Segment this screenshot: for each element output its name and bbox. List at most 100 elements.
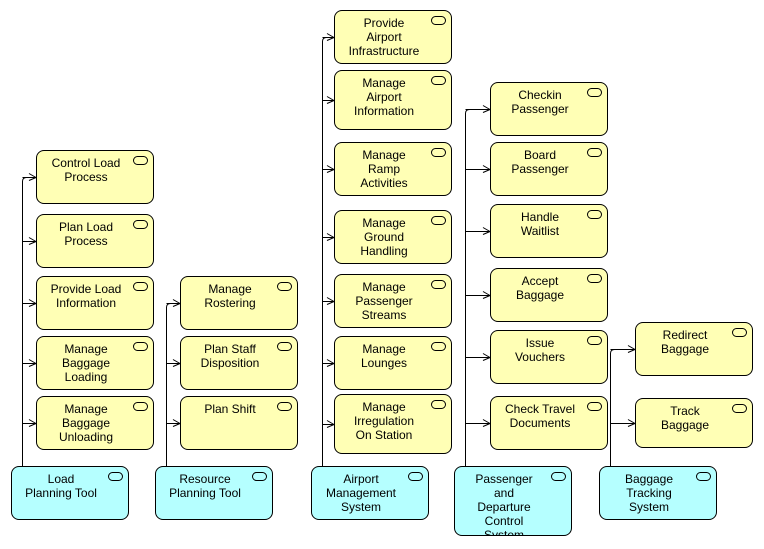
archimate-icon [431,216,446,225]
connection-trunk [166,303,171,466]
serving-arrow-icon [22,359,38,367]
application-component-4[interactable]: Baggage Tracking System [599,466,717,520]
application-function-3-5-label: Check Travel Documents [504,402,576,430]
application-function-3-3-label: Accept Baggage [515,274,565,302]
archimate-icon [252,472,267,481]
serving-arrow-icon [465,353,492,361]
application-function-3-0[interactable]: Checkin Passenger [490,82,608,136]
archimate-icon [408,472,423,481]
application-function-3-5[interactable]: Check Travel Documents [490,396,608,450]
archimate-icon [108,472,123,481]
archimate-icon [431,342,446,351]
serving-arrow-icon [610,419,637,427]
application-function-1-1-label: Plan Staff Disposition [200,342,260,370]
application-function-2-2-label: Manage Ramp Activities [360,148,408,190]
archimate-icon [133,342,148,351]
application-function-0-3-label: Manage Baggage Loading [61,342,111,384]
serving-arrow-icon [465,227,492,235]
application-component-4-label: Baggage Tracking System [624,472,674,514]
archimate-icon [587,148,602,157]
application-component-0-label: Load Planning Tool [25,472,97,500]
serving-arrow-icon [22,237,38,245]
archimate-icon [133,220,148,229]
diagram-canvas: Load Planning Tool Control Load Process Pl… [0,0,764,549]
application-function-2-2[interactable]: Manage Ramp Activities [334,142,452,196]
application-function-1-2[interactable]: Plan Shift [180,396,298,450]
archimate-icon [587,402,602,411]
serving-arrow-icon [322,96,336,104]
archimate-icon [587,274,602,283]
application-function-2-3[interactable]: Manage Ground Handling [334,210,452,264]
serving-arrow-icon [322,233,336,241]
application-function-0-0-label: Control Load Process [51,156,121,184]
application-function-2-6[interactable]: Manage Irregulation On Station [334,394,452,454]
serving-arrow-icon [322,33,336,41]
application-function-3-1[interactable]: Board Passenger [490,142,608,196]
application-function-0-0[interactable]: Control Load Process [36,150,154,204]
application-function-1-0[interactable]: Manage Rostering [180,276,298,330]
application-function-0-3[interactable]: Manage Baggage Loading [36,336,154,390]
application-function-2-1-label: Manage Airport Information [353,76,415,118]
application-function-2-0[interactable]: Provide Airport Infrastructure [334,10,452,64]
archimate-icon [587,88,602,97]
application-function-0-2[interactable]: Provide Load Information [36,276,154,330]
serving-arrow-icon [465,165,492,173]
archimate-icon [133,156,148,165]
application-function-2-5[interactable]: Manage Lounges [334,336,452,390]
application-component-2[interactable]: Airport Management System [311,466,429,520]
archimate-icon [431,16,446,25]
application-function-2-1[interactable]: Manage Airport Information [334,70,452,130]
application-function-2-4[interactable]: Manage Passenger Streams [334,274,452,328]
application-component-1[interactable]: Resource Planning Tool [155,466,273,520]
application-function-3-3[interactable]: Accept Baggage [490,268,608,322]
archimate-icon [431,280,446,289]
application-component-3-label: Passenger and Departure Control System [475,472,533,536]
application-function-3-4-label: Issue Vouchers [514,336,566,364]
application-component-0[interactable]: Load Planning Tool [11,466,129,520]
application-function-4-0-label: Redirect Baggage [660,328,710,356]
serving-arrow-icon [166,359,182,367]
application-function-0-1[interactable]: Plan Load Process [36,214,154,268]
application-function-0-1-label: Plan Load Process [58,220,114,248]
application-function-1-2-label: Plan Shift [204,402,256,416]
archimate-icon [696,472,711,481]
serving-arrow-icon [322,420,336,428]
application-function-4-1-label: Track Baggage [660,404,710,432]
application-function-2-6-label: Manage Irregulation On Station [353,400,415,442]
application-function-2-4-label: Manage Passenger Streams [355,280,413,322]
application-function-3-2[interactable]: Handle Waitlist [490,204,608,258]
application-function-3-0-label: Checkin Passenger [511,88,569,116]
application-function-0-4[interactable]: Manage Baggage Unloading [36,396,154,450]
serving-arrow-icon [322,165,336,173]
archimate-icon [587,210,602,219]
serving-arrow-icon [322,297,336,305]
serving-arrow-icon [465,105,492,113]
archimate-icon [133,402,148,411]
connection-trunk [610,349,615,466]
application-function-3-1-label: Board Passenger [511,148,569,176]
archimate-icon [133,282,148,291]
archimate-icon [732,404,747,413]
archimate-icon [732,328,747,337]
serving-arrow-icon [166,299,182,307]
serving-arrow-icon [465,291,492,299]
application-function-3-2-label: Handle Waitlist [520,210,560,238]
application-function-1-1[interactable]: Plan Staff Disposition [180,336,298,390]
application-function-4-0[interactable]: Redirect Baggage [635,322,753,376]
application-component-3[interactable]: Passenger and Departure Control System [454,466,572,536]
archimate-icon [277,342,292,351]
application-function-4-1[interactable]: Track Baggage [635,398,753,448]
serving-arrow-icon [465,419,492,427]
archimate-icon [277,282,292,291]
connection-trunk [322,37,327,466]
archimate-icon [431,400,446,409]
archimate-icon [431,76,446,85]
application-function-3-4[interactable]: Issue Vouchers [490,330,608,384]
archimate-icon [587,336,602,345]
serving-arrow-icon [166,419,182,427]
application-component-2-label: Airport Management System [325,472,397,514]
connection-trunk [22,177,27,466]
application-function-2-0-label: Provide Airport Infrastructure [348,16,420,58]
serving-arrow-icon [22,299,38,307]
serving-arrow-icon [322,359,336,367]
